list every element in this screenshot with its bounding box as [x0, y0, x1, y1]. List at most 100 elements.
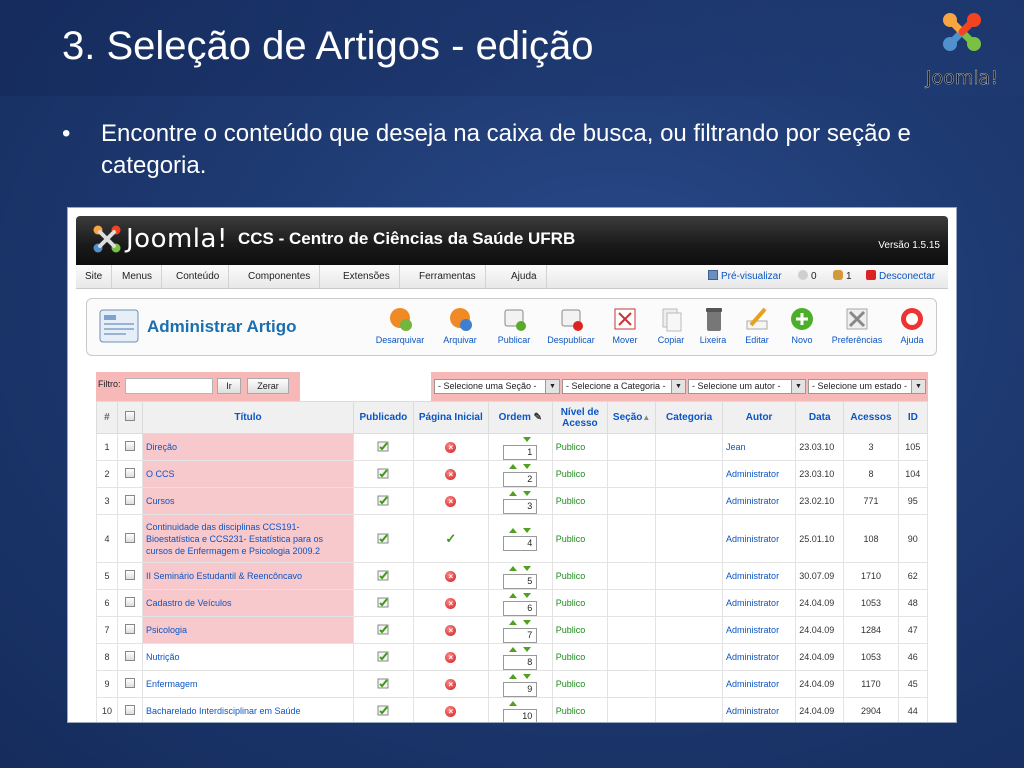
move-up-icon[interactable]: [509, 700, 518, 706]
order-input[interactable]: 6: [503, 600, 538, 616]
order-input[interactable]: 8: [503, 654, 538, 670]
col-access[interactable]: Nível de Acesso: [551, 401, 609, 434]
menu-item-content[interactable]: Conteúdo: [167, 265, 230, 289]
row-checkbox[interactable]: [124, 495, 135, 505]
toolbar-preferences-button[interactable]: Preferências: [827, 305, 887, 351]
author-link[interactable]: Administrator: [722, 487, 797, 515]
published-cell[interactable]: [353, 589, 414, 617]
move-up-icon[interactable]: [509, 490, 518, 496]
access-link[interactable]: Publico: [551, 433, 609, 461]
published-icon[interactable]: [377, 440, 389, 452]
published-icon[interactable]: [377, 596, 389, 608]
row-checkbox-cell[interactable]: [116, 514, 143, 563]
author-link[interactable]: Administrator: [722, 562, 797, 590]
toolbar-new-button[interactable]: Novo: [785, 305, 819, 351]
published-icon[interactable]: [377, 569, 389, 581]
toolbar-archive-button[interactable]: Arquivar: [435, 305, 485, 351]
published-icon[interactable]: [377, 650, 389, 662]
order-input[interactable]: 5: [503, 573, 538, 589]
row-checkbox[interactable]: [124, 441, 135, 451]
row-checkbox-cell[interactable]: [116, 643, 143, 671]
access-link[interactable]: Publico: [551, 460, 609, 488]
article-title-link[interactable]: Nutrição: [141, 643, 355, 671]
move-up-icon[interactable]: [509, 646, 518, 652]
select-all-checkbox[interactable]: [124, 411, 135, 421]
frontpage-cell[interactable]: ×: [412, 616, 489, 644]
col-hits[interactable]: Acessos: [843, 401, 899, 434]
row-checkbox[interactable]: [124, 597, 135, 607]
move-up-icon[interactable]: [509, 592, 518, 598]
frontpage-yes-icon[interactable]: ✓: [445, 531, 456, 546]
col-select-all[interactable]: [116, 401, 143, 434]
frontpage-no-icon[interactable]: ×: [445, 624, 457, 636]
toolbar-publish-button[interactable]: Publicar: [492, 305, 536, 351]
frontpage-cell[interactable]: ×: [412, 589, 489, 617]
frontpage-cell[interactable]: ×: [412, 562, 489, 590]
toolbar-edit-button[interactable]: Editar: [739, 305, 775, 351]
col-id[interactable]: ID: [897, 401, 929, 434]
row-checkbox-cell[interactable]: [116, 697, 143, 722]
order-input[interactable]: 3: [503, 498, 538, 514]
move-up-icon[interactable]: [509, 619, 518, 625]
frontpage-no-icon[interactable]: ×: [445, 468, 457, 480]
article-title-link[interactable]: Direção: [141, 433, 355, 461]
logout-link[interactable]: Desconectar: [866, 265, 935, 289]
users-count[interactable]: 1: [833, 265, 852, 289]
access-link[interactable]: Publico: [551, 487, 609, 515]
col-order[interactable]: Ordem ✎: [487, 401, 553, 434]
frontpage-cell[interactable]: ×: [412, 460, 489, 488]
state-select[interactable]: - Selecione um estado - ▼: [808, 379, 926, 394]
frontpage-no-icon[interactable]: ×: [445, 678, 457, 690]
article-title-link[interactable]: Continuidade das disciplinas CCS191- Bio…: [141, 514, 355, 563]
row-checkbox-cell[interactable]: [116, 589, 143, 617]
move-down-icon[interactable]: [523, 528, 532, 533]
row-checkbox[interactable]: [124, 651, 135, 661]
filter-go-button[interactable]: Ir: [217, 378, 241, 394]
frontpage-no-icon[interactable]: ×: [445, 495, 457, 507]
row-checkbox[interactable]: [124, 678, 135, 688]
order-input[interactable]: 2: [503, 471, 538, 487]
move-up-icon[interactable]: [509, 528, 518, 533]
move-down-icon[interactable]: [523, 463, 532, 469]
access-link[interactable]: Publico: [551, 514, 609, 563]
published-icon[interactable]: [377, 677, 389, 689]
frontpage-no-icon[interactable]: ×: [445, 597, 457, 609]
article-title-link[interactable]: Psicologia: [141, 616, 355, 644]
move-down-icon[interactable]: [523, 592, 532, 598]
filter-reset-button[interactable]: Zerar: [247, 378, 289, 394]
access-link[interactable]: Publico: [551, 670, 609, 698]
menu-item-components[interactable]: Componentes: [239, 265, 321, 289]
published-cell[interactable]: [353, 460, 414, 488]
article-title-link[interactable]: II Seminário Estudantil & Reencôncavo: [141, 562, 355, 590]
access-link[interactable]: Publico: [551, 562, 609, 590]
frontpage-no-icon[interactable]: ×: [445, 705, 457, 717]
published-cell[interactable]: [353, 487, 414, 515]
row-checkbox-cell[interactable]: [116, 487, 143, 515]
author-link[interactable]: Administrator: [722, 514, 797, 563]
toolbar-move-button[interactable]: Mover: [607, 305, 643, 351]
published-cell[interactable]: [353, 433, 414, 461]
frontpage-cell[interactable]: ×: [412, 643, 489, 671]
col-author[interactable]: Autor: [722, 401, 797, 434]
access-link[interactable]: Publico: [551, 643, 609, 671]
row-checkbox[interactable]: [124, 468, 135, 478]
row-checkbox-cell[interactable]: [116, 616, 143, 644]
row-checkbox-cell[interactable]: [116, 433, 143, 461]
col-published[interactable]: Publicado: [353, 401, 414, 434]
move-up-icon[interactable]: [509, 463, 518, 469]
frontpage-no-icon[interactable]: ×: [445, 570, 457, 582]
author-link[interactable]: Administrator: [722, 697, 797, 722]
row-checkbox[interactable]: [124, 705, 135, 715]
preview-link[interactable]: Pré-visualizar: [708, 265, 782, 289]
row-checkbox-cell[interactable]: [116, 460, 143, 488]
author-link[interactable]: Administrator: [722, 670, 797, 698]
row-checkbox[interactable]: [124, 532, 135, 543]
save-order-icon[interactable]: ✎: [534, 412, 542, 423]
section-select[interactable]: - Selecione uma Seção - ▼: [434, 379, 560, 394]
col-title[interactable]: Título: [141, 401, 355, 434]
order-input[interactable]: 9: [503, 681, 538, 697]
col-category[interactable]: Categoria: [655, 401, 724, 434]
menu-item-site[interactable]: Site: [76, 265, 113, 289]
col-date[interactable]: Data: [795, 401, 845, 434]
messages-count[interactable]: 0: [798, 265, 817, 289]
